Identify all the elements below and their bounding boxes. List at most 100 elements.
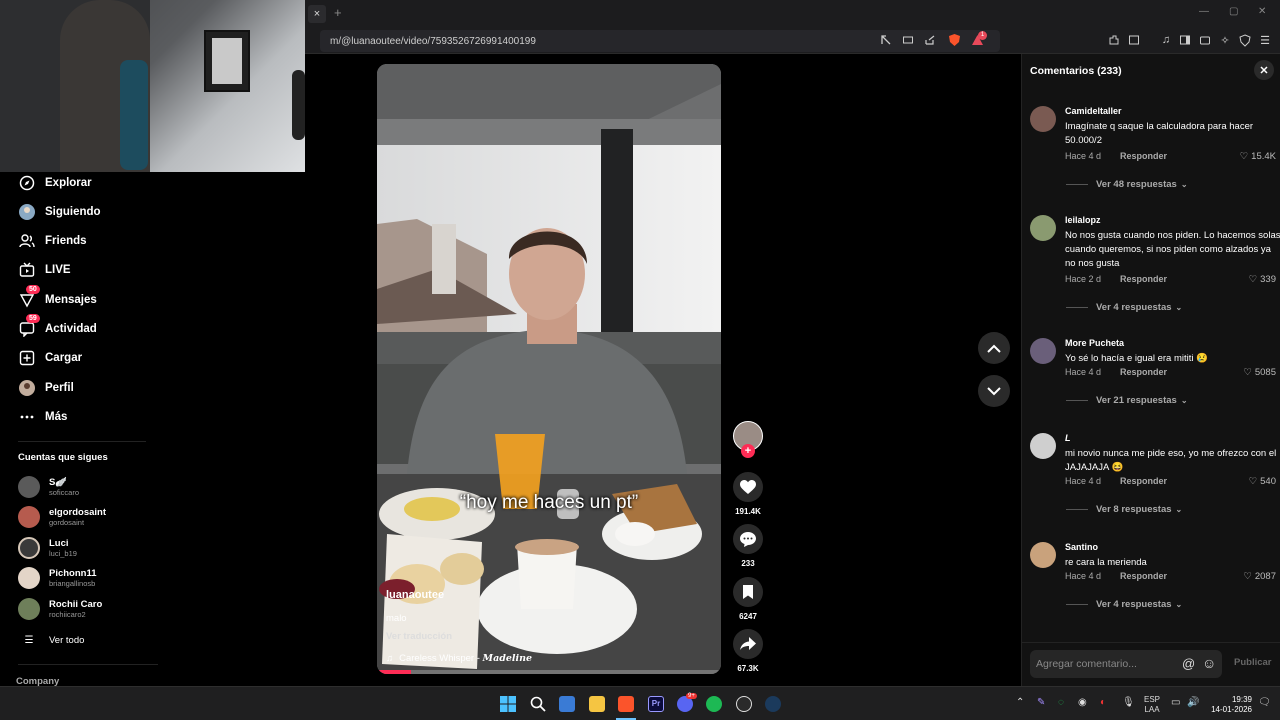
- avatar[interactable]: [1030, 542, 1056, 568]
- maximize-button[interactable]: ▢: [1229, 6, 1238, 17]
- following-account[interactable]: Luci luci_b19: [18, 535, 77, 561]
- comment-text: No nos gusta cuando nos piden. Lo hacemo…: [1065, 230, 1280, 269]
- search-icon[interactable]: [530, 696, 546, 712]
- comment-username[interactable]: leilalopz: [1065, 215, 1101, 225]
- following-account[interactable]: elgordosaint gordosaint: [18, 504, 106, 530]
- see-all-button[interactable]: ☰ Ver todo: [18, 627, 85, 653]
- tray-app-icon[interactable]: ◐: [1100, 697, 1106, 708]
- view-replies-button[interactable]: Ver 4 respuestas ⌄: [1066, 599, 1182, 610]
- avatar[interactable]: [1030, 215, 1056, 241]
- view-replies-button[interactable]: Ver 48 respuestas ⌄: [1066, 179, 1188, 190]
- sidebar-item-live[interactable]: LIVE: [18, 259, 71, 281]
- sidebar-item-friends[interactable]: Friends: [18, 230, 87, 252]
- author-avatar-button[interactable]: +: [733, 421, 763, 458]
- sidebar-item-perfil[interactable]: Perfil: [18, 377, 74, 399]
- view-replies-button[interactable]: Ver 21 respuestas ⌄: [1066, 395, 1188, 406]
- sidebar-item-siguiendo[interactable]: Siguiendo: [18, 201, 101, 223]
- menu-icon[interactable]: ☰: [1258, 33, 1272, 47]
- vpn-icon[interactable]: [1238, 33, 1252, 47]
- comment-username[interactable]: More Pucheta: [1065, 338, 1124, 348]
- reply-button[interactable]: Responder: [1120, 151, 1167, 161]
- media-icon[interactable]: ♫: [1159, 33, 1173, 47]
- microphone-icon[interactable]: 🎙: [1122, 697, 1135, 708]
- network-icon[interactable]: ▭: [1171, 697, 1180, 708]
- wallet-icon[interactable]: [1198, 33, 1212, 47]
- url-text[interactable]: m/@luanaoutee/video/7593526726991400199: [330, 36, 536, 47]
- mention-icon[interactable]: @: [1182, 656, 1195, 671]
- share-page-icon[interactable]: [923, 33, 937, 47]
- reply-button[interactable]: Responder: [1120, 274, 1167, 284]
- comment-input-field[interactable]: Agregar comentario... @ ☺: [1030, 650, 1222, 678]
- brave-shields-icon[interactable]: [947, 33, 961, 47]
- translate-link[interactable]: Ver traducción: [386, 631, 452, 642]
- reply-button[interactable]: Responder: [1120, 367, 1167, 377]
- windows-start-icon[interactable]: [500, 696, 516, 712]
- tray-app-icon[interactable]: ◌: [1058, 697, 1064, 708]
- follow-plus-icon[interactable]: +: [741, 444, 755, 458]
- sidebar-item-mensajes[interactable]: 50 Mensajes: [18, 285, 97, 311]
- brave-browser-icon[interactable]: [618, 696, 634, 712]
- following-account[interactable]: S🪽 soficcaro: [18, 474, 79, 500]
- following-account[interactable]: Pichonn11 briangallinosb: [18, 565, 97, 591]
- next-video-button[interactable]: [978, 375, 1010, 407]
- reply-button[interactable]: Responder: [1120, 476, 1167, 486]
- music-info[interactable]: ♫ Careless Whisper - Madeline: [386, 653, 532, 664]
- new-tab-button[interactable]: +: [334, 5, 342, 20]
- reply-button[interactable]: Responder: [1120, 571, 1167, 581]
- like-button[interactable]: 191.4K: [733, 472, 763, 516]
- view-replies-button[interactable]: Ver 4 respuestas ⌄: [1066, 302, 1182, 313]
- video-progress-track[interactable]: [377, 670, 721, 674]
- view-replies-button[interactable]: Ver 8 respuestas ⌄: [1066, 504, 1182, 515]
- reader-mode-icon[interactable]: [879, 33, 893, 47]
- volume-icon[interactable]: 🔊: [1187, 697, 1199, 708]
- spotify-icon[interactable]: [706, 696, 722, 712]
- comment-like-button[interactable]: ♡ 540: [1249, 476, 1276, 487]
- comment-like-button[interactable]: ♡ 5085: [1243, 367, 1276, 378]
- cast-icon[interactable]: [901, 33, 915, 47]
- tray-steam-icon[interactable]: ◉: [1078, 697, 1087, 708]
- avatar[interactable]: [1030, 433, 1056, 459]
- extensions-icon[interactable]: [1107, 33, 1121, 47]
- previous-video-button[interactable]: [978, 332, 1010, 364]
- video-author[interactable]: luanaoutee: [386, 589, 444, 601]
- minimize-button[interactable]: —: [1199, 6, 1209, 17]
- clock[interactable]: 19:39 14-01-2026: [1208, 695, 1252, 715]
- comments-button[interactable]: 233: [733, 524, 763, 568]
- comment-username[interactable]: Camideltaller: [1065, 106, 1122, 116]
- sidebar-toggle-icon[interactable]: [1178, 33, 1192, 47]
- screenshot-icon[interactable]: [1127, 33, 1141, 47]
- discord-badge: 9+: [686, 693, 697, 699]
- avatar[interactable]: [1030, 106, 1056, 132]
- comment-item: Santino re cara la merienda Hace 4 d Res…: [1030, 542, 1276, 622]
- comment-username[interactable]: L: [1065, 433, 1071, 443]
- notifications-icon[interactable]: 🗨: [1258, 697, 1271, 708]
- premiere-pro-icon[interactable]: Pr: [648, 696, 664, 712]
- steam-icon[interactable]: [765, 696, 781, 712]
- close-window-button[interactable]: ✕: [1258, 6, 1266, 17]
- sidebar-item-cargar[interactable]: Cargar: [18, 347, 82, 369]
- publish-button[interactable]: Publicar: [1234, 657, 1272, 668]
- following-account[interactable]: Rochii Caro rochiicaro2: [18, 596, 102, 622]
- video-player[interactable]: “hoy me haces un pt” luanaoutee malo Ver…: [377, 64, 721, 674]
- comment-like-button[interactable]: ♡ 339: [1249, 274, 1276, 285]
- tray-overflow-icon[interactable]: ⌃: [1016, 697, 1024, 708]
- sidebar-item-explorar[interactable]: Explorar: [18, 172, 92, 194]
- sidebar-item-actividad[interactable]: 59 Actividad: [18, 314, 97, 340]
- tray-app-icon[interactable]: ✎: [1037, 697, 1045, 708]
- widgets-icon[interactable]: [559, 696, 575, 712]
- share-button[interactable]: 67.3K: [733, 629, 763, 673]
- language-indicator[interactable]: ESP LAA: [1144, 695, 1160, 715]
- close-comments-button[interactable]: [1254, 60, 1274, 80]
- clock-date: 14-01-2026: [1211, 705, 1252, 714]
- comment-like-button[interactable]: ♡ 15.4K: [1240, 151, 1276, 162]
- leo-ai-icon[interactable]: ✧: [1218, 33, 1232, 47]
- comment-like-button[interactable]: ♡ 2087: [1243, 571, 1276, 582]
- emoji-icon[interactable]: ☺: [1202, 655, 1216, 671]
- tab-close-button[interactable]: ×: [308, 5, 326, 23]
- sidebar-item-mas[interactable]: Más: [18, 406, 67, 428]
- save-button[interactable]: 6247: [733, 577, 763, 621]
- obs-icon[interactable]: [736, 696, 752, 712]
- comment-username[interactable]: Santino: [1065, 542, 1098, 552]
- file-explorer-icon[interactable]: [589, 696, 605, 712]
- avatar[interactable]: [1030, 338, 1056, 364]
